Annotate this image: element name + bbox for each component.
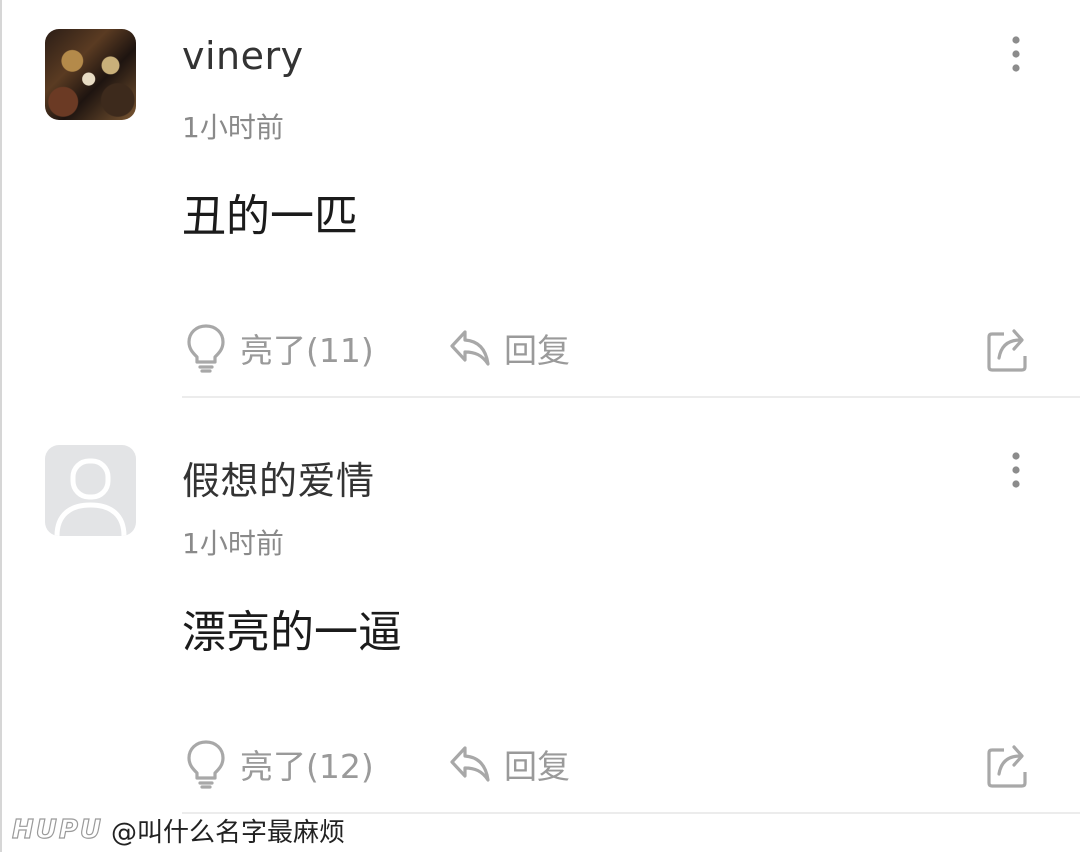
light-button[interactable]: 亮了(11) xyxy=(184,318,374,378)
reply-arrow-icon xyxy=(450,330,490,366)
reply-arrow-icon xyxy=(450,746,490,782)
light-count-label: 亮了(11) xyxy=(240,331,374,370)
share-button[interactable] xyxy=(984,734,1028,794)
user-avatar[interactable] xyxy=(45,29,136,120)
username[interactable]: vinery xyxy=(182,34,304,78)
comment-item: 假想的爱情 1小时前 漂亮的一逼 亮了(12) 回复 xyxy=(0,416,1080,831)
comment-text: 丑的一匹 xyxy=(182,191,358,242)
comment-actions: 亮了(11) 回复 xyxy=(0,318,1080,378)
comment-time: 1小时前 xyxy=(182,527,284,560)
more-options-button[interactable] xyxy=(998,34,1034,74)
more-vertical-icon xyxy=(1012,452,1020,488)
hupu-logo-text: HUPU xyxy=(11,814,104,845)
comment-time: 1小时前 xyxy=(182,111,284,144)
watermark-handle: @叫什么名字最麻烦 xyxy=(111,817,346,848)
watermark: HUPU @叫什么名字最麻烦 xyxy=(11,812,346,848)
share-icon xyxy=(987,745,1027,788)
lightbulb-icon xyxy=(187,740,225,789)
light-button[interactable]: 亮了(12) xyxy=(184,734,374,794)
light-count-label: 亮了(12) xyxy=(240,747,374,786)
reply-button[interactable]: 回复 xyxy=(448,734,570,794)
share-button[interactable] xyxy=(984,318,1028,378)
comment-item: vinery 1小时前 丑的一匹 亮了(11) 回复 xyxy=(0,0,1080,415)
divider xyxy=(182,396,1080,398)
reply-label: 回复 xyxy=(504,331,570,370)
default-avatar[interactable] xyxy=(45,445,136,536)
comment-text: 漂亮的一逼 xyxy=(182,607,402,658)
username[interactable]: 假想的爱情 xyxy=(182,450,375,505)
comment-actions: 亮了(12) 回复 xyxy=(0,734,1080,794)
reply-label: 回复 xyxy=(504,747,570,786)
more-options-button[interactable] xyxy=(998,450,1034,490)
user-placeholder-icon xyxy=(54,458,127,536)
reply-button[interactable]: 回复 xyxy=(448,318,570,378)
share-icon xyxy=(987,329,1027,372)
lightbulb-icon xyxy=(187,324,225,373)
more-vertical-icon xyxy=(1012,36,1020,72)
